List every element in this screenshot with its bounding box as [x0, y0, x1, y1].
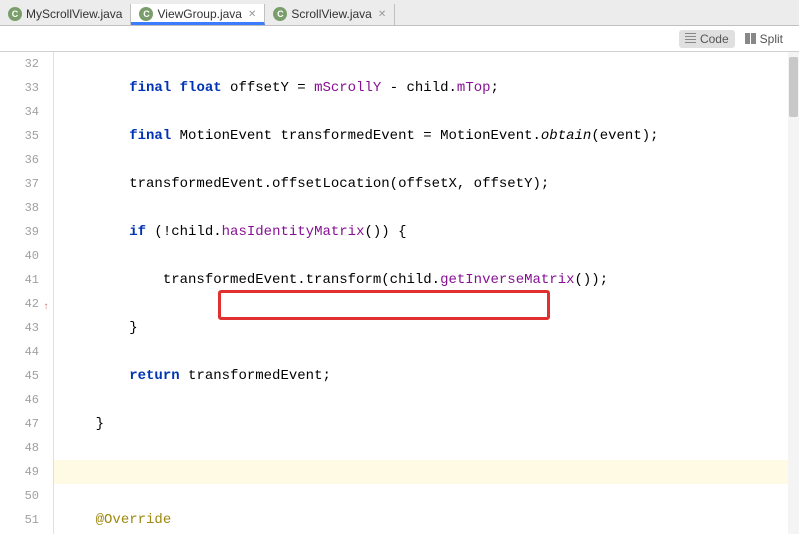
code-line: transformedEvent.transform(child.getInve…: [62, 268, 799, 292]
line-number: 33: [0, 76, 39, 100]
line-number-gutter: 32 33 34 35 36 37 38 39 40 41 42 43 44 4…: [0, 52, 54, 534]
code-line: }: [62, 412, 799, 436]
line-number: 39: [0, 220, 39, 244]
code-line-highlighted: [54, 460, 799, 484]
split-icon: [745, 33, 756, 44]
mode-label: Split: [760, 32, 783, 46]
line-number: 36: [0, 148, 39, 172]
line-number: 50: [0, 484, 39, 508]
tab-scrollview[interactable]: C ScrollView.java ✕: [265, 4, 395, 25]
code-line: final MotionEvent transformedEvent = Mot…: [62, 124, 799, 148]
close-icon[interactable]: ✕: [248, 9, 256, 20]
code-line: @Override: [62, 508, 799, 532]
line-number: 43: [0, 316, 39, 340]
tab-label: ScrollView.java: [291, 7, 371, 21]
line-number: 42: [0, 292, 39, 316]
override-gutter-icon[interactable]: ↑: [39, 296, 49, 306]
code-line: final float offsetY = mScrollY - child.m…: [62, 76, 799, 100]
line-number: 37: [0, 172, 39, 196]
line-number: 38: [0, 196, 39, 220]
code-line: if (!child.hasIdentityMatrix()) {: [62, 220, 799, 244]
tab-label: ViewGroup.java: [157, 7, 242, 21]
scrollbar-thumb[interactable]: [789, 57, 798, 117]
vertical-scrollbar[interactable]: [788, 52, 799, 534]
tab-label: MyScrollView.java: [26, 7, 122, 21]
line-number: 40: [0, 244, 39, 268]
line-number: 41: [0, 268, 39, 292]
line-number: 51: [0, 508, 39, 532]
tab-myscrollview[interactable]: C MyScrollView.java: [0, 4, 131, 25]
code-icon: [685, 33, 696, 44]
editor-mode-toolbar: Code Split: [0, 26, 799, 52]
code-mode-button[interactable]: Code: [679, 30, 735, 48]
tab-viewgroup[interactable]: C ViewGroup.java ✕: [131, 4, 265, 25]
line-number: 46: [0, 388, 39, 412]
line-number: 32: [0, 52, 39, 76]
line-number: 35: [0, 124, 39, 148]
line-number: 34: [0, 100, 39, 124]
mode-label: Code: [700, 32, 729, 46]
editor-area: 32 33 34 35 36 37 38 39 40 41 42 43 44 4…: [0, 52, 799, 534]
code-line: }: [62, 316, 799, 340]
code-line: return transformedEvent;: [62, 364, 799, 388]
java-class-icon: C: [139, 7, 153, 21]
line-number: 49: [0, 460, 39, 484]
line-number: 48: [0, 436, 39, 460]
split-mode-button[interactable]: Split: [739, 30, 789, 48]
close-icon[interactable]: ✕: [378, 9, 386, 20]
java-class-icon: C: [8, 7, 22, 21]
java-class-icon: C: [273, 7, 287, 21]
code-line: transformedEvent.offsetLocation(offsetX,…: [62, 172, 799, 196]
line-number: 44: [0, 340, 39, 364]
editor-tabs-bar: C MyScrollView.java C ViewGroup.java ✕ C…: [0, 0, 799, 26]
code-editor[interactable]: final float offsetY = mScrollY - child.m…: [54, 52, 799, 534]
line-number: 45: [0, 364, 39, 388]
line-number: 47: [0, 412, 39, 436]
